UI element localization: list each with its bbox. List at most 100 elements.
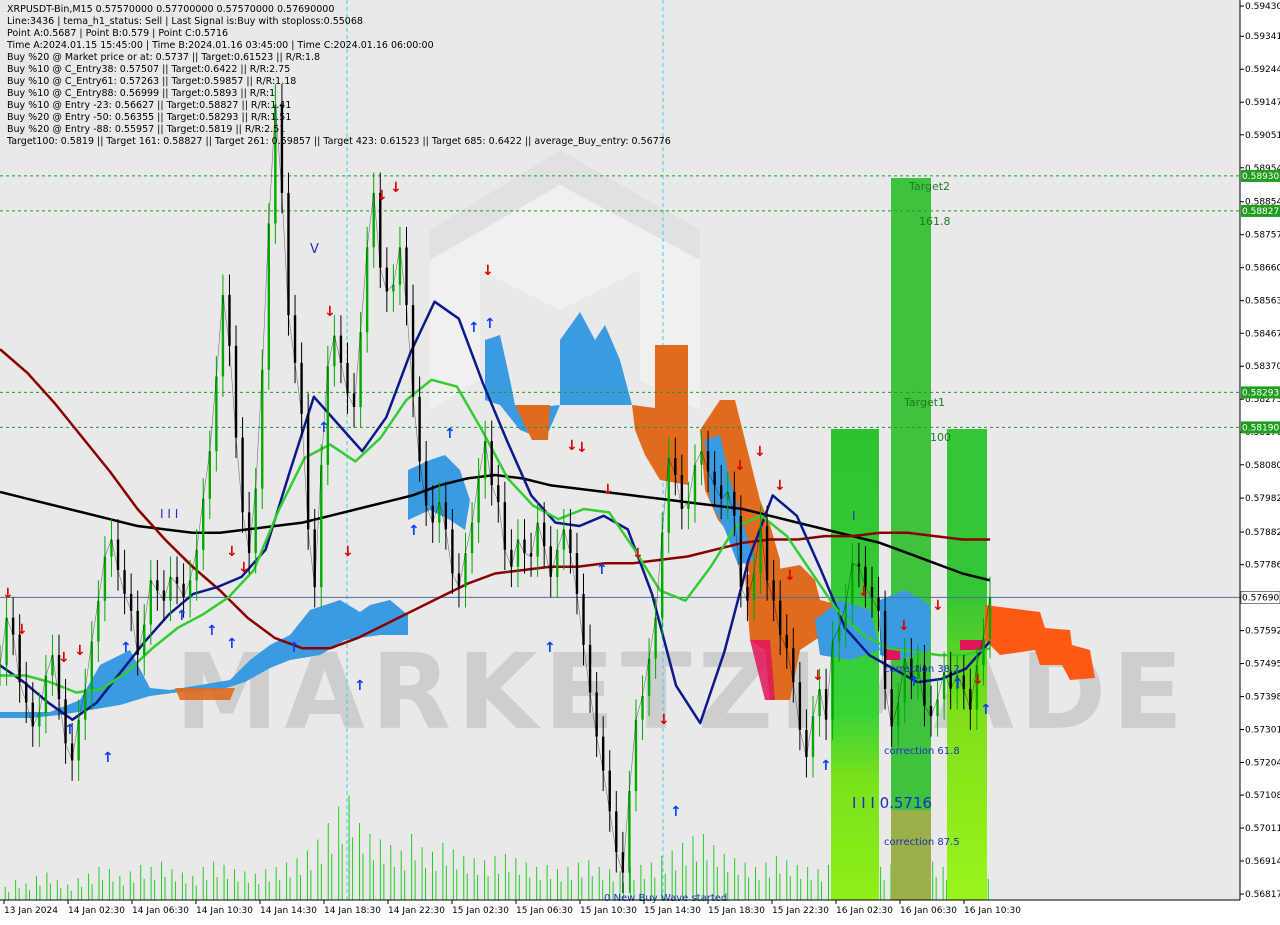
candle-body (0, 665, 2, 667)
sell-arrow-icon: ↓ (2, 586, 14, 602)
x-tick-label: 15 Jan 18:30 (708, 906, 765, 916)
y-tick-label: 0.57204 (1245, 758, 1280, 768)
y-tick-label: 0.57982 (1245, 494, 1280, 504)
buy-arrow-icon: ↑ (544, 640, 556, 656)
buy-arrow-icon: ↑ (484, 316, 496, 332)
sell-arrow-icon: ↓ (898, 618, 910, 634)
sell-arrow-icon: ↓ (58, 650, 70, 666)
level-badge-label: 0.58293 (1242, 388, 1279, 398)
y-tick-label: 0.59244 (1245, 65, 1280, 75)
target2-zone (891, 178, 931, 900)
buy-arrow-icon: ↑ (444, 426, 456, 442)
buy-arrow-icon: ↑ (468, 320, 480, 336)
wave-mark: I I I (160, 507, 178, 521)
y-tick-label: 0.57882 (1245, 528, 1280, 538)
x-tick-label: 15 Jan 10:30 (580, 906, 637, 916)
y-tick-label: 0.57786 (1245, 561, 1280, 571)
y-tick-label: 0.58660 (1245, 264, 1280, 274)
buy-arrow-icon: ↑ (820, 758, 832, 774)
sell-arrow-icon: ↓ (632, 546, 644, 562)
y-tick-label: 0.57301 (1245, 726, 1280, 736)
level-badge-label: 0.58190 (1242, 423, 1279, 433)
x-tick-label: 14 Jan 14:30 (260, 906, 317, 916)
y-tick-label: 0.57495 (1245, 660, 1280, 670)
sell-arrow-icon: ↓ (858, 584, 870, 600)
info-line: Buy %10 @ Entry -23: 0.56627 || Target:0… (7, 100, 291, 111)
buy-arrow-icon: ↑ (980, 702, 992, 718)
wave-c-label: I I I 0.5716 (852, 794, 932, 812)
info-line: Buy %10 @ C_Entry38: 0.57507 || Target:0… (7, 64, 290, 75)
y-tick-label: 0.56817 (1245, 890, 1280, 900)
y-tick-label: 0.58080 (1245, 461, 1280, 471)
y-tick-label: 0.57108 (1245, 791, 1280, 801)
info-line: Line:3436 | tema_h1_status: Sell | Last … (7, 16, 363, 27)
x-tick-label: 14 Jan 18:30 (324, 906, 381, 916)
buy-arrow-icon: ↑ (952, 676, 964, 692)
sell-arrow-icon: ↓ (576, 440, 588, 456)
info-line: Target100: 0.5819 || Target 161: 0.58827… (6, 136, 671, 147)
y-tick-label: 0.59430 (1245, 2, 1280, 12)
x-tick-label: 16 Jan 02:30 (836, 906, 893, 916)
correction-87-label: correction 87.5 (884, 837, 960, 848)
x-tick-label: 14 Jan 22:30 (388, 906, 445, 916)
level-badge-label: 0.58827 (1242, 207, 1279, 217)
buy-arrow-icon: ↑ (908, 674, 920, 690)
info-line: Buy %10 @ C_Entry61: 0.57263 || Target:0… (7, 76, 296, 87)
y-tick-label: 0.58370 (1245, 362, 1280, 372)
correction-38-label: correction 38.2 (884, 664, 960, 675)
x-tick-label: 16 Jan 10:30 (964, 906, 1021, 916)
sell-arrow-icon: ↓ (390, 180, 402, 196)
x-tick-label: 15 Jan 06:30 (516, 906, 573, 916)
fib-161-label: 161.8 (919, 215, 951, 228)
x-tick-label: 15 Jan 22:30 (772, 906, 829, 916)
x-tick-label: 14 Jan 02:30 (68, 906, 125, 916)
x-tick-label: 14 Jan 10:30 (196, 906, 253, 916)
info-line: Buy %20 @ Market price or at: 0.5737 || … (7, 52, 320, 63)
buy-arrow-icon: ↑ (102, 750, 114, 766)
y-tick-label: 0.58757 (1245, 231, 1280, 241)
info-line: Time A:2024.01.15 15:45:00 | Time B:2024… (6, 40, 434, 51)
sell-arrow-icon: ↓ (376, 188, 388, 204)
sell-arrow-icon: ↓ (74, 643, 86, 659)
target2-label: Target2 (908, 180, 950, 193)
y-tick-label: 0.56914 (1245, 857, 1280, 867)
y-tick-label: 0.59051 (1245, 131, 1280, 141)
sell-arrow-icon: ↓ (734, 458, 746, 474)
buy-arrow-icon: ↑ (288, 640, 300, 656)
buy-arrow-icon: ↑ (670, 804, 682, 820)
y-tick-label: 0.57398 (1245, 693, 1280, 703)
sell-arrow-icon: ↓ (482, 263, 494, 279)
info-line: Buy %20 @ Entry -88: 0.55957 || Target:0… (7, 124, 285, 135)
buy-arrow-icon: ↑ (120, 640, 132, 656)
wave-mark: V (310, 242, 319, 257)
sell-arrow-icon: ↓ (226, 544, 238, 560)
buy-arrow-icon: ↑ (64, 722, 76, 738)
sell-arrow-icon: ↓ (784, 568, 796, 584)
target1-zone-left (831, 429, 879, 900)
x-tick-label: 13 Jan 2024 (4, 906, 58, 916)
price-chart[interactable]: MARKETZIMADE ↓ ↓ ↓ ↓ ↑ ↑ ↑ ↑ ↓ ↓ ↑ ↑ ↑ ↑… (0, 0, 1280, 920)
x-tick-label: 15 Jan 02:30 (452, 906, 509, 916)
sell-arrow-icon: ↓ (324, 304, 336, 320)
sell-arrow-icon: ↓ (774, 478, 786, 494)
info-line: Buy %10 @ C_Entry88: 0.56999 || Target:0… (7, 88, 275, 99)
y-tick-label: 0.58467 (1245, 329, 1280, 339)
current-price-label: 0.57690 (1242, 593, 1279, 603)
correction-zone (891, 810, 931, 900)
y-tick-label: 0.57011 (1245, 824, 1280, 834)
buy-arrow-icon: ↑ (226, 636, 238, 652)
x-tick-label: 16 Jan 06:30 (900, 906, 957, 916)
buy-arrow-icon: ↑ (318, 420, 330, 436)
y-tick-label: 0.59147 (1245, 98, 1280, 108)
x-tick-label: 14 Jan 06:30 (132, 906, 189, 916)
level-badge-label: 0.58930 (1242, 172, 1279, 182)
y-tick-label: 0.57592 (1245, 627, 1280, 637)
sell-arrow-icon: ↓ (972, 672, 984, 688)
wave-mark: I (852, 509, 856, 523)
info-line: Buy %20 @ Entry -50: 0.56355 || Target:0… (7, 112, 291, 123)
y-tick-label: 0.58563 (1245, 297, 1280, 307)
sell-arrow-icon: ↓ (754, 444, 766, 460)
sell-arrow-icon: ↓ (238, 560, 250, 576)
sell-arrow-icon: ↓ (932, 598, 944, 614)
sell-arrow-icon: ↓ (602, 482, 614, 498)
